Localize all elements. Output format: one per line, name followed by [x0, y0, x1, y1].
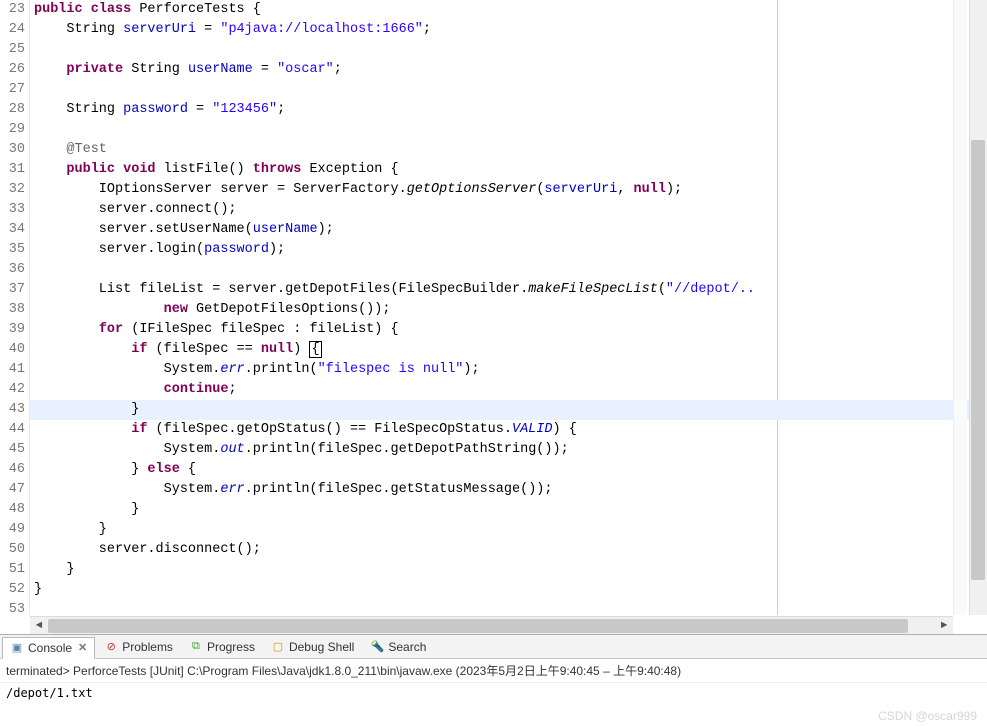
tab-label: Problems	[122, 640, 173, 654]
code-line[interactable]: IOptionsServer server = ServerFactory.ge…	[30, 180, 987, 200]
code-line[interactable]: if (fileSpec.getOpStatus() == FileSpecOp…	[30, 420, 987, 440]
line-number[interactable]: 25	[0, 40, 25, 60]
tab-debug-shell[interactable]: ▢ Debug Shell	[264, 636, 361, 658]
code-line[interactable]: server.connect();	[30, 200, 987, 220]
debug-shell-icon: ▢	[271, 640, 285, 654]
line-number[interactable]: 42	[0, 380, 25, 400]
line-number[interactable]: 23	[0, 0, 25, 20]
line-number[interactable]: 46	[0, 460, 25, 480]
line-number[interactable]: 26	[0, 60, 25, 80]
vertical-scrollbar[interactable]	[969, 0, 987, 615]
line-number[interactable]: 53	[0, 600, 25, 620]
code-line[interactable]: new GetDepotFilesOptions());	[30, 300, 987, 320]
tab-label: Console	[28, 641, 72, 655]
code-area[interactable]: public class PerforceTests { String serv…	[30, 0, 987, 615]
line-number[interactable]: 35	[0, 240, 25, 260]
code-line[interactable]: server.disconnect();	[30, 540, 987, 560]
code-line[interactable]: public class PerforceTests {	[30, 0, 987, 20]
line-number[interactable]: 49	[0, 520, 25, 540]
line-number[interactable]: 31	[0, 160, 25, 180]
code-line[interactable]: private String userName = "oscar";	[30, 60, 987, 80]
code-line[interactable]: }	[30, 500, 987, 520]
line-number[interactable]: 36	[0, 260, 25, 280]
bottom-panel: ▣ Console ✕ ⊘ Problems ⧉ Progress ▢ Debu…	[0, 634, 987, 727]
code-line[interactable]	[30, 600, 987, 615]
line-number[interactable]: 38	[0, 300, 25, 320]
line-number[interactable]: 51	[0, 560, 25, 580]
line-number[interactable]: 40	[0, 340, 25, 360]
line-number[interactable]: 45	[0, 440, 25, 460]
line-number[interactable]: 52	[0, 580, 25, 600]
code-line[interactable]: server.login(password);	[30, 240, 987, 260]
scroll-right-arrow-icon[interactable]: ►	[935, 620, 953, 632]
tab-progress[interactable]: ⧉ Progress	[182, 636, 262, 658]
console-icon: ▣	[10, 641, 24, 655]
console-output[interactable]: /depot/1.txt	[0, 683, 987, 703]
editor-pane: 2324252627282930313233343536373839404142…	[0, 0, 987, 634]
code-line[interactable]: }	[30, 580, 987, 600]
tab-search[interactable]: 🔦 Search	[363, 636, 433, 658]
line-number-gutter[interactable]: 2324252627282930313233343536373839404142…	[0, 0, 30, 615]
line-number[interactable]: 24	[0, 20, 25, 40]
code-line[interactable]: continue;	[30, 380, 987, 400]
line-number[interactable]: 27	[0, 80, 25, 100]
tab-problems[interactable]: ⊘ Problems	[97, 636, 180, 658]
code-line[interactable]: }	[30, 560, 987, 580]
tab-label: Debug Shell	[289, 640, 354, 654]
line-number[interactable]: 34	[0, 220, 25, 240]
line-number[interactable]: 28	[0, 100, 25, 120]
code-line[interactable]: }	[30, 400, 987, 420]
code-line[interactable]: } else {	[30, 460, 987, 480]
horizontal-scrollbar[interactable]: ◄ ►	[30, 616, 953, 634]
tab-label: Progress	[207, 640, 255, 654]
panel-tabs: ▣ Console ✕ ⊘ Problems ⧉ Progress ▢ Debu…	[0, 635, 987, 659]
scroll-left-arrow-icon[interactable]: ◄	[30, 620, 48, 632]
line-number[interactable]: 29	[0, 120, 25, 140]
code-line[interactable]: server.setUserName(userName);	[30, 220, 987, 240]
line-number[interactable]: 39	[0, 320, 25, 340]
line-number[interactable]: 37	[0, 280, 25, 300]
code-line[interactable]: List fileList = server.getDepotFiles(Fil…	[30, 280, 987, 300]
line-number[interactable]: 44	[0, 420, 25, 440]
console-status: terminated> PerforceTests [JUnit] C:\Pro…	[0, 659, 987, 683]
code-line[interactable]: String serverUri = "p4java://localhost:1…	[30, 20, 987, 40]
horizontal-scroll-thumb[interactable]	[48, 619, 908, 633]
code-line[interactable]: System.err.println("filespec is null");	[30, 360, 987, 380]
code-line[interactable]	[30, 40, 987, 60]
code-line[interactable]	[30, 80, 987, 100]
line-number[interactable]: 41	[0, 360, 25, 380]
tab-console[interactable]: ▣ Console ✕	[2, 637, 95, 659]
line-number[interactable]: 32	[0, 180, 25, 200]
vertical-scroll-thumb[interactable]	[971, 140, 985, 580]
code-line[interactable]: }	[30, 520, 987, 540]
line-number[interactable]: 43	[0, 400, 25, 420]
code-line[interactable]	[30, 260, 987, 280]
line-number[interactable]: 47	[0, 480, 25, 500]
code-line[interactable]: System.out.println(fileSpec.getDepotPath…	[30, 440, 987, 460]
line-number[interactable]: 50	[0, 540, 25, 560]
code-line[interactable]: @Test	[30, 140, 987, 160]
line-number[interactable]: 33	[0, 200, 25, 220]
code-line[interactable]: System.err.println(fileSpec.getStatusMes…	[30, 480, 987, 500]
line-number[interactable]: 48	[0, 500, 25, 520]
line-number[interactable]: 30	[0, 140, 25, 160]
code-line[interactable]	[30, 120, 987, 140]
tab-label: Search	[388, 640, 426, 654]
code-line[interactable]: for (IFileSpec fileSpec : fileList) {	[30, 320, 987, 340]
progress-icon: ⧉	[189, 640, 203, 654]
close-icon[interactable]: ✕	[78, 641, 87, 654]
code-line[interactable]: public void listFile() throws Exception …	[30, 160, 987, 180]
code-line[interactable]: if (fileSpec == null) {	[30, 340, 987, 360]
problems-icon: ⊘	[104, 640, 118, 654]
code-line[interactable]: String password = "123456";	[30, 100, 987, 120]
search-icon: 🔦	[370, 640, 384, 654]
overview-ruler[interactable]	[953, 0, 967, 615]
